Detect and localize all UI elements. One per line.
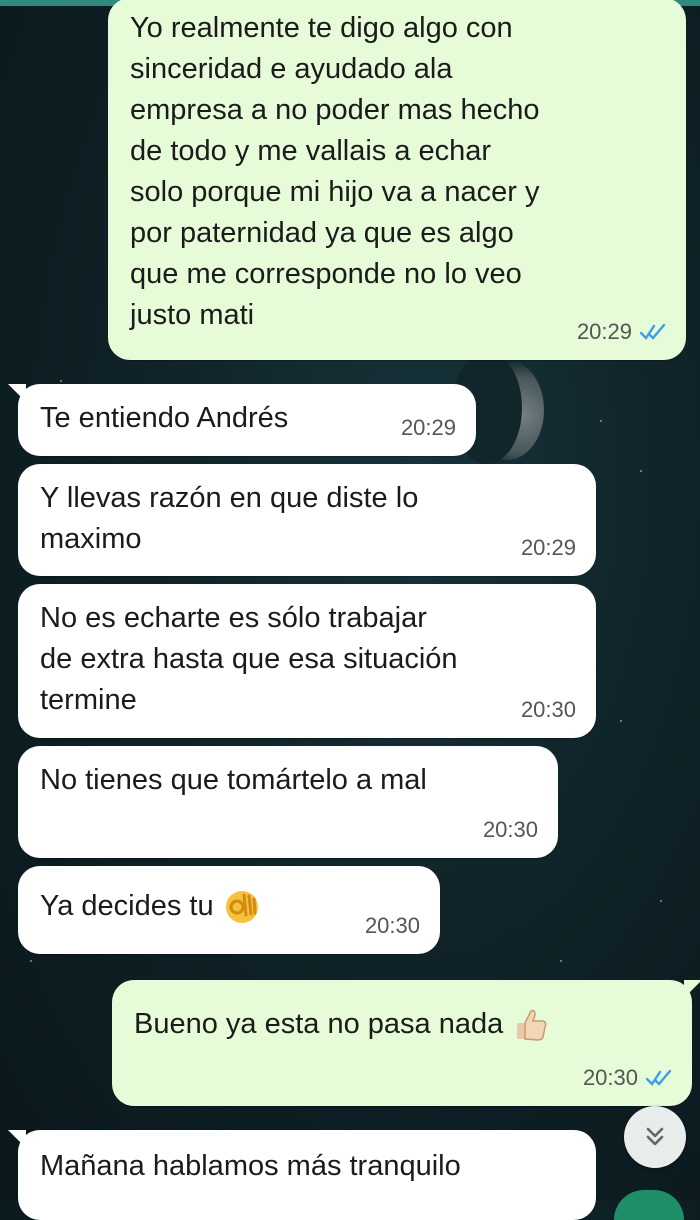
message-bubble-outgoing[interactable]: Bueno ya esta no pasa nada 20:30 [112,980,700,1106]
message-meta: 20:30 [521,689,576,730]
message-text: Ya decides tu [40,886,418,927]
chat-window: Yo realmente te digo algo con sinceridad… [0,0,700,1220]
double-check-icon [640,323,666,340]
message-text: Y llevas razón en que diste lo maximo [40,482,419,555]
message-text: Te entiendo Andrés [40,402,289,434]
message-time: 20:30 [482,817,538,842]
message-bubble-incoming[interactable]: Y llevas razón en que diste lo maximo 20… [18,464,596,576]
bubble-tail [684,980,700,998]
message-time: 20:29 [400,415,456,440]
message-text: Yo realmente te digo algo con sinceridad… [130,12,540,331]
double-check-icon [646,1069,672,1086]
message-bubble-incoming[interactable]: Te entiendo Andrés 20:29 [8,384,476,456]
message-bubble-incoming[interactable]: No tienes que tomártelo a mal 20:30 [18,746,558,858]
message-bubble-outgoing[interactable]: Yo realmente te digo algo con sinceridad… [108,0,686,360]
message-bubble-incoming[interactable]: Mañana hablamos más tranquilo [8,1130,596,1220]
message-text-content: Bueno ya esta no pasa nada [134,1008,504,1040]
message-time: 20:30 [520,697,576,722]
message-text: Mañana hablamos más tranquilo [40,1150,461,1182]
message-text: Bueno ya esta no pasa nada [134,1004,670,1045]
message-meta: 20:30 [365,905,420,946]
floating-action-button[interactable] [614,1190,684,1220]
message-bubble-incoming[interactable]: Ya decides tu 20:30 [18,866,440,954]
message-meta: 20:30 [583,1057,672,1098]
message-bubble-incoming[interactable]: No es echarte es sólo trabajar de extra … [18,584,596,738]
bubble-tail [8,1130,26,1148]
message-meta: 20:29 [521,527,576,568]
message-meta: 20:29 [401,407,456,448]
message-text: No tienes que tomártelo a mal [40,764,427,796]
thumbs-up-emoji [517,1010,547,1042]
message-time: 20:30 [582,1065,638,1090]
message-time: 20:29 [576,319,632,344]
message-text-content: Ya decides tu [40,890,214,922]
scroll-to-bottom-button[interactable] [624,1106,686,1168]
ok-hand-emoji [225,891,258,924]
message-meta: 20:30 [483,809,538,850]
message-text: No es echarte es sólo trabajar de extra … [40,602,458,716]
double-chevron-down-icon [646,1127,664,1146]
message-meta: 20:29 [577,311,666,352]
message-time: 20:29 [520,535,576,560]
message-time: 20:30 [364,913,420,938]
bubble-tail [8,384,26,402]
